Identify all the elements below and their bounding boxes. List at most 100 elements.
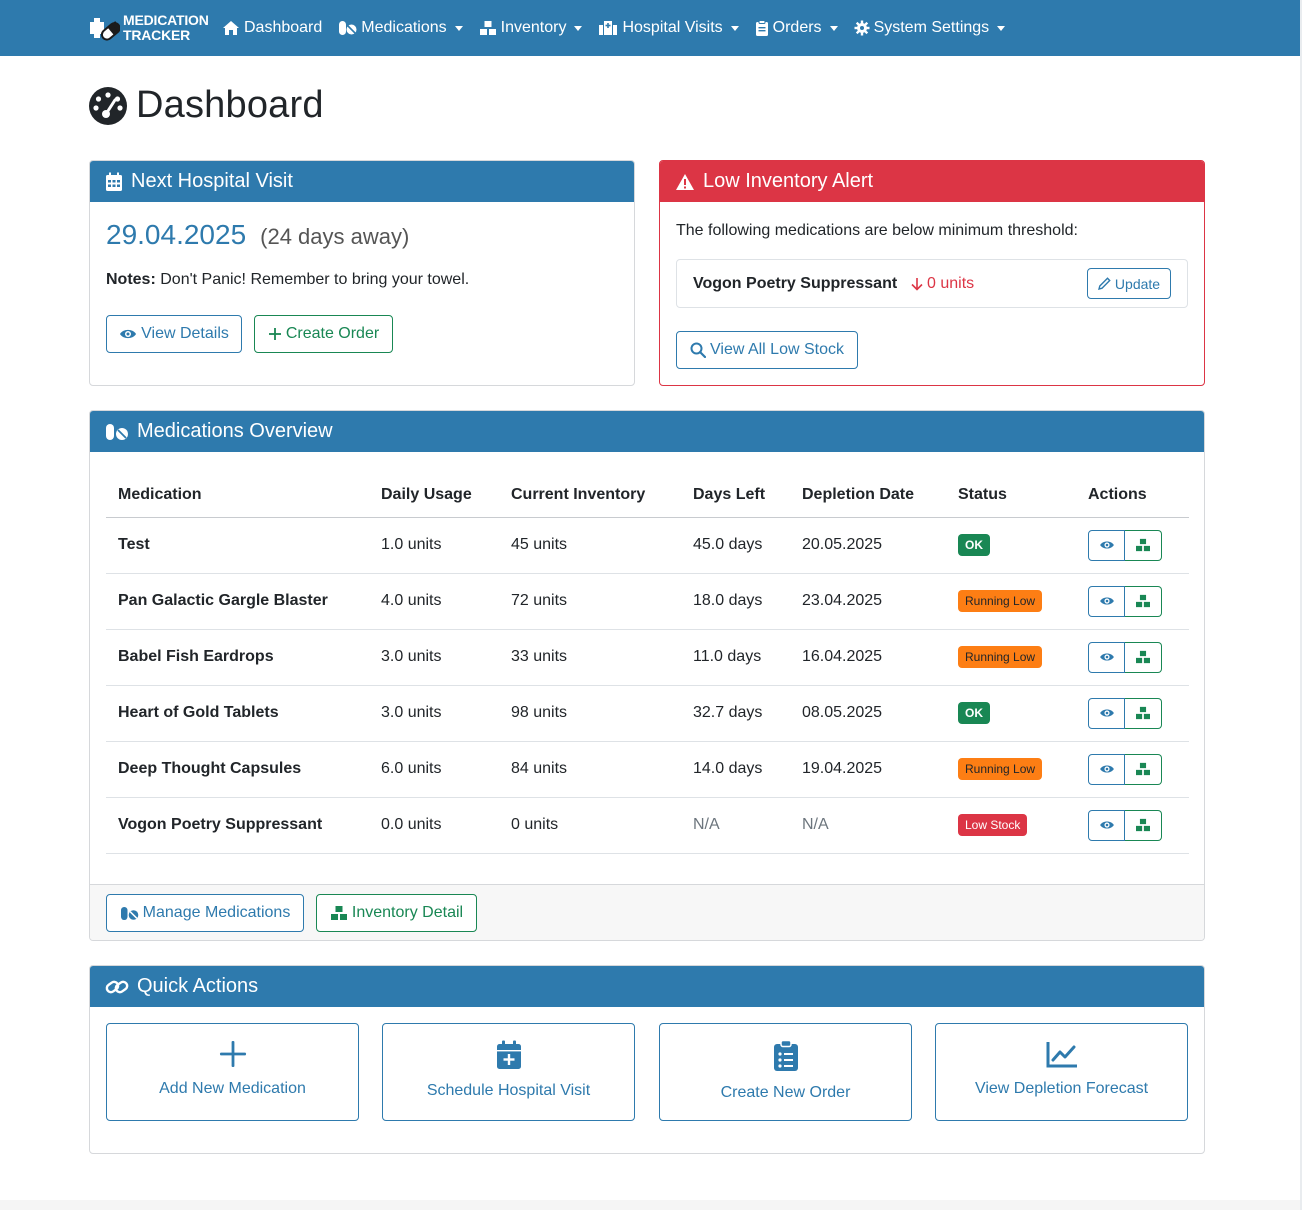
nav-orders[interactable]: Orders (755, 19, 838, 37)
view-all-low-stock-button[interactable]: View All Low Stock (676, 331, 858, 369)
create-new-order-button[interactable]: Create New Order (659, 1023, 912, 1121)
daily-usage: 6.0 units (369, 741, 499, 798)
view-medication-button[interactable] (1088, 585, 1125, 617)
page-bottom (0, 1200, 1302, 1210)
medication-name: Deep Thought Capsules (106, 741, 369, 798)
column-header: Daily Usage (369, 474, 499, 518)
low-inventory-card: Low Inventory Alert The following medica… (659, 160, 1205, 386)
brand-line-1: MEDICATION (123, 12, 209, 28)
status-badge: OK (958, 534, 990, 556)
pills-icon (339, 21, 357, 35)
update-inventory-button[interactable] (1125, 753, 1162, 785)
create-order-button[interactable]: Create Order (254, 315, 393, 353)
update-inventory-button[interactable] (1125, 585, 1162, 617)
table-row: Heart of Gold Tablets 3.0 units 98 units 32… (106, 685, 1189, 742)
days-left: 45.0 days (681, 517, 790, 574)
quick-actions-card: Quick Actions Add New Medication Schedul… (89, 965, 1205, 1154)
view-details-button[interactable]: View Details (106, 315, 242, 353)
medications-table: Medication Daily Usage Current Inventory… (106, 474, 1189, 854)
row-actions (1088, 753, 1162, 785)
nav-hospital-visits-label: Hospital Visits (622, 19, 723, 36)
medication-name: Pan Galactic Gargle Blaster (106, 573, 369, 630)
page-heading: Dashboard (88, 84, 324, 127)
update-inventory-button[interactable] (1125, 529, 1162, 561)
low-stock-item-qty: 0 units (927, 275, 975, 292)
column-header: Medication (106, 474, 369, 518)
table-row: Pan Galactic Gargle Blaster 4.0 units 72 u… (106, 573, 1189, 630)
low-inventory-intro: The following medications are below mini… (676, 222, 1078, 239)
next-visit-header: Next Hospital Visit (90, 161, 634, 202)
tachometer-icon (89, 86, 127, 125)
nav-system-settings[interactable]: System Settings (854, 19, 1006, 37)
status-badge: Low Stock (958, 814, 1028, 836)
gear-icon (854, 20, 870, 36)
update-inventory-button[interactable] (1125, 641, 1162, 673)
column-header: Actions (1076, 474, 1189, 518)
status-badge: Running Low (958, 590, 1043, 612)
eye-icon (1099, 821, 1114, 829)
warning-icon (676, 173, 694, 190)
depletion-date: 20.05.2025 (790, 517, 946, 574)
chevron-down-icon (574, 25, 583, 31)
eye-icon (120, 329, 137, 339)
nav-inventory[interactable]: Inventory (479, 19, 583, 37)
brand[interactable]: MEDICATION TRACKER (88, 12, 209, 44)
daily-usage: 3.0 units (369, 685, 499, 742)
current-inventory: 45 units (499, 517, 681, 574)
eye-icon (1099, 709, 1114, 717)
column-header: Current Inventory (499, 474, 681, 518)
nav-dashboard[interactable]: Dashboard (222, 19, 322, 37)
view-medication-button[interactable] (1088, 641, 1125, 673)
depletion-date: N/A (790, 797, 946, 854)
current-inventory: 0 units (499, 797, 681, 854)
depletion-date: 16.04.2025 (790, 629, 946, 686)
inventory-detail-button[interactable]: Inventory Detail (316, 894, 477, 932)
boxes-icon (1136, 706, 1150, 720)
daily-usage: 3.0 units (369, 629, 499, 686)
row-actions (1088, 809, 1162, 841)
quick-actions-header: Quick Actions (90, 966, 1204, 1007)
low-inventory-header: Low Inventory Alert (660, 161, 1204, 202)
nav-hospital-visits[interactable]: Hospital Visits (598, 19, 739, 37)
table-row: Deep Thought Capsules 6.0 units 84 units 14… (106, 741, 1189, 798)
page-title: Dashboard (136, 84, 324, 126)
schedule-hospital-visit-button[interactable]: Schedule Hospital Visit (382, 1023, 635, 1121)
view-medication-button[interactable] (1088, 529, 1125, 561)
days-left: N/A (681, 797, 790, 854)
medications-overview-title: Medications Overview (137, 420, 333, 442)
next-visit-title: Next Hospital Visit (131, 170, 293, 192)
update-inventory-button[interactable] (1125, 809, 1162, 841)
row-actions (1088, 697, 1162, 729)
daily-usage: 4.0 units (369, 573, 499, 630)
boxes-icon (1136, 594, 1150, 608)
status-badge: OK (958, 702, 990, 724)
view-medication-button[interactable] (1088, 697, 1125, 729)
medications-footer: Manage Medications Inventory Detail (90, 884, 1204, 940)
column-header: Depletion Date (790, 474, 946, 518)
view-medication-button[interactable] (1088, 809, 1125, 841)
visit-date: 29.04.2025 (106, 219, 247, 250)
eye-icon (1099, 597, 1114, 605)
boxes-icon (1136, 818, 1150, 832)
eye-icon (1099, 541, 1114, 549)
view-depletion-forecast-button[interactable]: View Depletion Forecast (935, 1023, 1188, 1121)
visit-notes: Notes: Don't Panic! Remember to bring yo… (106, 271, 469, 289)
calendar-icon (106, 172, 122, 191)
days-left: 18.0 days (681, 573, 790, 630)
daily-usage: 1.0 units (369, 517, 499, 574)
nav-system-settings-label: System Settings (873, 19, 990, 36)
row-actions (1088, 529, 1162, 561)
update-button[interactable]: Update (1087, 268, 1171, 299)
update-inventory-button[interactable] (1125, 697, 1162, 729)
visit-notes-text: Don't Panic! Remember to bring your towe… (160, 271, 470, 288)
link-icon (105, 980, 129, 993)
manage-medications-button[interactable]: Manage Medications (106, 894, 304, 932)
add-new-medication-button[interactable]: Add New Medication (106, 1023, 359, 1121)
table-row: Babel Fish Eardrops 3.0 units 33 units 11.0… (106, 629, 1189, 686)
view-medication-button[interactable] (1088, 753, 1125, 785)
nav-medications[interactable]: Medications (338, 19, 463, 37)
boxes-icon (330, 906, 347, 920)
daily-usage: 0.0 units (369, 797, 499, 854)
arrow-down-icon (911, 278, 923, 291)
boxes-icon (1136, 762, 1150, 776)
